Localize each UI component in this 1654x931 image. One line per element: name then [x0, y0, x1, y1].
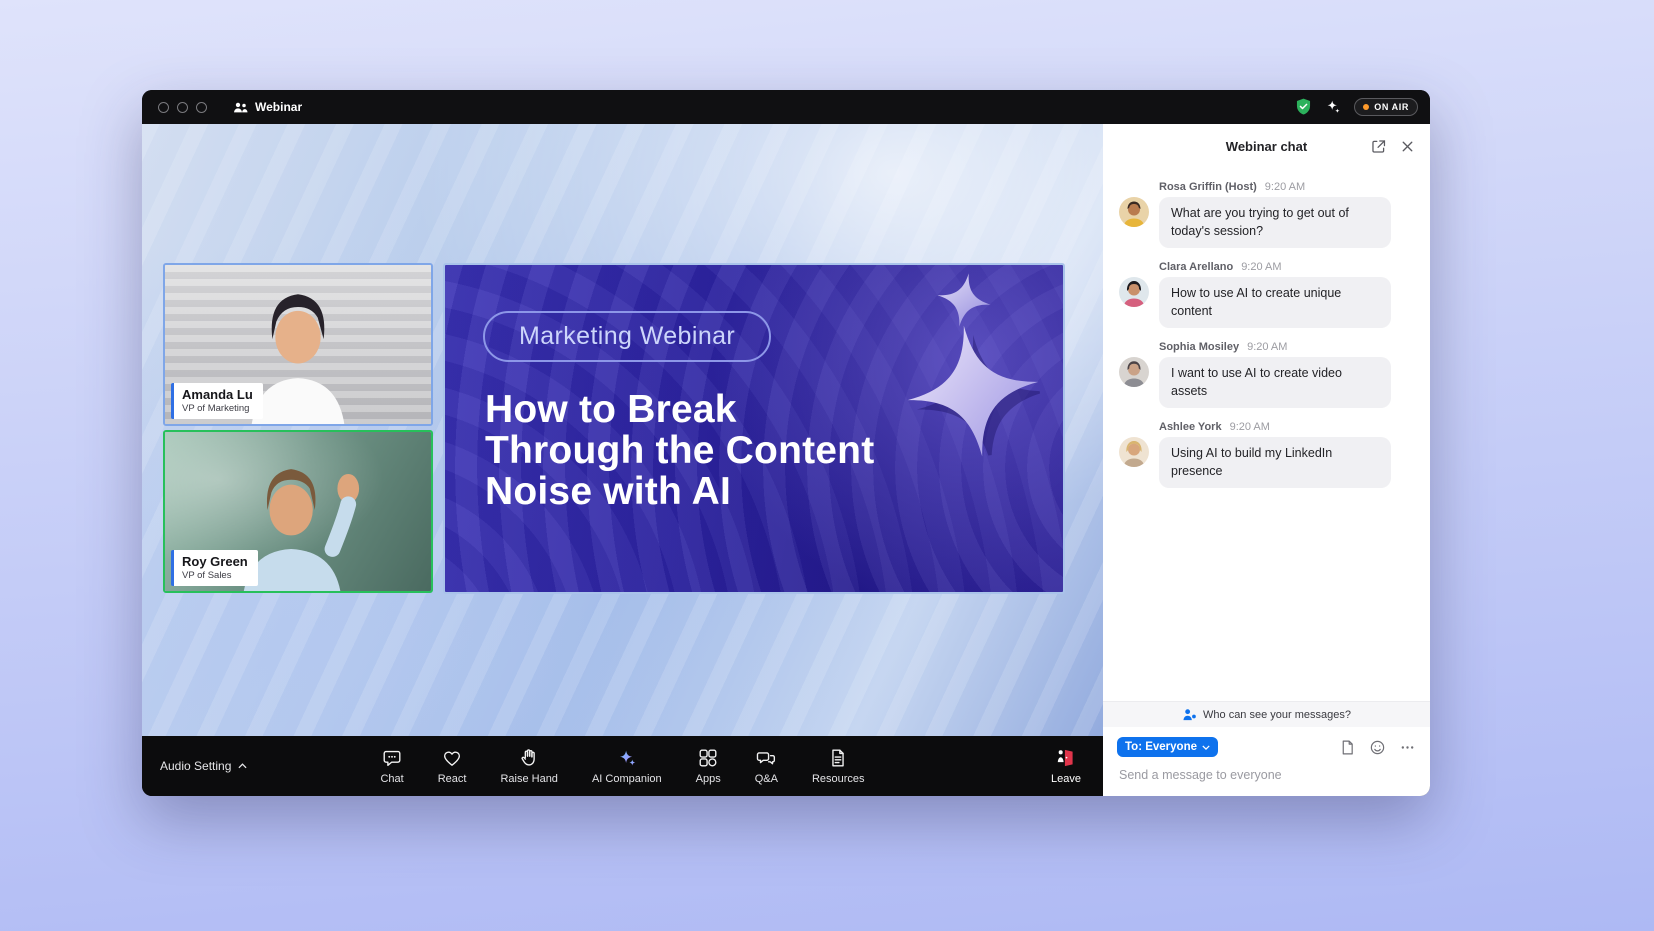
on-air-badge: ON AIR: [1354, 98, 1418, 116]
message-time: 9:20 AM: [1247, 341, 1287, 353]
message-bubble: How to use AI to create unique content: [1159, 277, 1391, 328]
nametag-roy: Roy Green VP of Sales: [171, 550, 258, 586]
ai-companion-icon: [616, 747, 638, 769]
people-icon: [233, 102, 248, 113]
avatar: [1119, 357, 1149, 387]
chat-message: Sophia Mosiley 9:20 AM I want to use AI …: [1119, 341, 1414, 408]
chat-message-input[interactable]: [1117, 757, 1416, 782]
speaker-name: Roy Green: [182, 554, 248, 569]
audio-setting-label: Audio Setting: [160, 759, 231, 773]
chat-message: Clara Arellano 9:20 AM How to use AI to …: [1119, 261, 1414, 328]
message-author: Sophia Mosiley: [1159, 341, 1239, 353]
toolbar-ai-companion-button[interactable]: AI Companion: [592, 747, 662, 785]
nametag-amanda: Amanda Lu VP of Marketing: [171, 383, 263, 419]
speaker-name: Amanda Lu: [182, 387, 253, 402]
privacy-person-icon: [1182, 708, 1197, 721]
message-time: 9:20 AM: [1241, 261, 1281, 273]
toolbar-item-label: Raise Hand: [500, 773, 557, 785]
on-air-dot: [1363, 104, 1369, 110]
avatar: [1119, 437, 1149, 467]
sparkle-shape-big: [898, 316, 1047, 465]
privacy-note-label: Who can see your messages?: [1203, 709, 1351, 721]
toolbar-item-label: Resources: [812, 773, 865, 785]
toolbar-resources-button[interactable]: Resources: [812, 747, 865, 785]
chevron-down-icon: [1202, 745, 1210, 750]
window-title-group: Webinar: [233, 100, 302, 114]
message-time: 9:20 AM: [1230, 421, 1270, 433]
message-bubble: I want to use AI to create video assets: [1159, 357, 1391, 408]
slide-badge: Marketing Webinar: [483, 311, 771, 362]
on-air-label: ON AIR: [1374, 102, 1409, 112]
toolbar-react-button[interactable]: React: [438, 747, 467, 785]
speaker-tile-amanda[interactable]: Amanda Lu VP of Marketing: [163, 263, 433, 426]
window-controls: [158, 102, 207, 113]
chat-panel: Webinar chat Rosa Griffin (Host) 9:20 A: [1103, 124, 1430, 796]
slide-title: How to Break Through the Content Noise w…: [485, 389, 874, 512]
titlebar: Webinar ON AIR: [142, 90, 1430, 124]
chat-composer: To: Everyone: [1103, 727, 1430, 796]
raise-hand-icon: [518, 747, 540, 769]
window-zoom-button[interactable]: [196, 102, 207, 113]
popout-icon[interactable]: [1370, 138, 1387, 155]
slide-title-line: Noise with AI: [485, 471, 874, 512]
leave-label: Leave: [1051, 773, 1081, 785]
toolbar-item-label: Chat: [380, 773, 403, 785]
leave-door-icon: [1055, 747, 1077, 769]
chat-header: Webinar chat: [1103, 124, 1430, 168]
close-icon[interactable]: [1399, 138, 1416, 155]
video-stage: Amanda Lu VP of Marketing Ro: [142, 124, 1103, 736]
to-everyone-selector[interactable]: To: Everyone: [1117, 737, 1218, 757]
toolbar-item-label: Q&A: [755, 773, 778, 785]
toolbar-item-label: Apps: [696, 773, 721, 785]
message-bubble: Using AI to build my LinkedIn presence: [1159, 437, 1391, 488]
toolbar-item-label: React: [438, 773, 467, 785]
toolbar-item-label: AI Companion: [592, 773, 662, 785]
speaker-role: VP of Marketing: [182, 403, 253, 414]
qa-icon: [755, 747, 777, 769]
to-everyone-label: To: Everyone: [1125, 741, 1197, 753]
ai-sparkle-icon[interactable]: [1325, 99, 1341, 115]
webinar-window: Webinar ON AIR: [142, 90, 1430, 796]
speaker-role: VP of Sales: [182, 570, 248, 581]
message-author: Rosa Griffin (Host): [1159, 181, 1257, 193]
avatar: [1119, 277, 1149, 307]
privacy-note-button[interactable]: Who can see your messages?: [1103, 701, 1430, 727]
message-author: Clara Arellano: [1159, 261, 1233, 273]
attach-file-icon[interactable]: [1339, 739, 1356, 756]
chat-header-title: Webinar chat: [1226, 139, 1307, 154]
apps-icon: [697, 747, 719, 769]
toolbar-apps-button[interactable]: Apps: [696, 747, 721, 785]
toolbar-chat-button[interactable]: Chat: [380, 747, 403, 785]
chat-message-list[interactable]: Rosa Griffin (Host) 9:20 AM What are you…: [1103, 168, 1430, 701]
message-author: Ashlee York: [1159, 421, 1222, 433]
toolbar-qa-button[interactable]: Q&A: [755, 747, 778, 785]
leave-button[interactable]: Leave: [1051, 747, 1081, 785]
chevron-up-icon: [238, 763, 247, 769]
message-time: 9:20 AM: [1265, 181, 1305, 193]
resources-icon: [827, 747, 849, 769]
shared-slide: Marketing Webinar How to Break Through t…: [443, 263, 1065, 594]
toolbar-raise-hand-button[interactable]: Raise Hand: [500, 747, 557, 785]
window-close-button[interactable]: [158, 102, 169, 113]
heart-icon: [441, 747, 463, 769]
window-minimize-button[interactable]: [177, 102, 188, 113]
meeting-toolbar: Audio Setting Chat: [142, 736, 1103, 796]
slide-title-line: Through the Content: [485, 430, 874, 471]
chat-message: Ashlee York 9:20 AM Using AI to build my…: [1119, 421, 1414, 488]
window-title: Webinar: [255, 100, 302, 114]
chat-message: Rosa Griffin (Host) 9:20 AM What are you…: [1119, 181, 1414, 248]
slide-title-line: How to Break: [485, 389, 874, 430]
more-options-icon[interactable]: [1399, 739, 1416, 756]
chat-icon: [381, 747, 403, 769]
audio-setting-button[interactable]: Audio Setting: [160, 759, 247, 773]
speaker-tile-roy[interactable]: Roy Green VP of Sales: [163, 430, 433, 593]
avatar: [1119, 197, 1149, 227]
message-bubble: What are you trying to get out of today'…: [1159, 197, 1391, 248]
emoji-icon[interactable]: [1369, 739, 1386, 756]
security-shield-icon[interactable]: [1295, 98, 1312, 116]
